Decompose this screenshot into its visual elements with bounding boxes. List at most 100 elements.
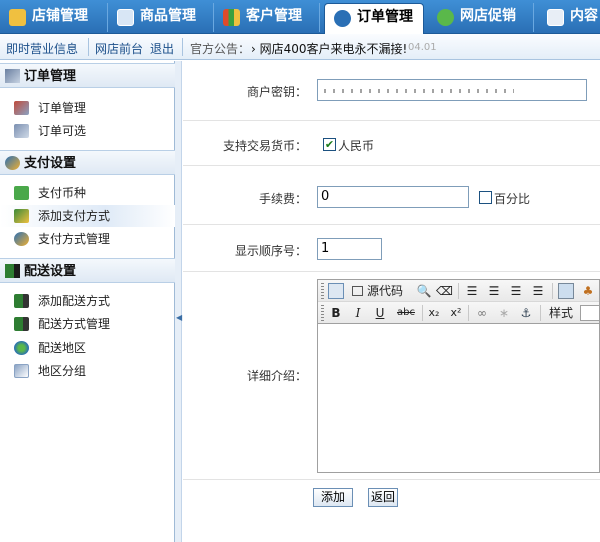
align-center-icon[interactable]: ☰ — [486, 283, 502, 299]
sidebar-splitter[interactable]: ◀ — [175, 61, 182, 542]
sidebar-item-shipping-regions[interactable]: 配送地区 — [0, 337, 175, 359]
globe-icon — [14, 341, 29, 355]
style-select[interactable] — [580, 305, 599, 321]
promo-icon — [437, 9, 454, 26]
style-label: 样式 — [548, 306, 573, 320]
display-order-input[interactable]: 1 — [317, 238, 382, 260]
toolbar-grip — [321, 305, 324, 321]
tab-content[interactable]: 内容 — [538, 3, 600, 32]
payment-icon — [5, 156, 20, 170]
sidebar-item-add-payment[interactable]: 添加支付方式 — [0, 205, 175, 227]
users-icon — [223, 9, 240, 26]
payment-method-form: 商户密钥： 支持交易货币： ✔ 人民币 手续费： 0 百分比 显示顺序号： 1 … — [183, 61, 600, 542]
italic-icon[interactable]: I — [350, 305, 366, 321]
sidebar-item-payment-currency[interactable]: 支付币种 — [0, 182, 175, 204]
region-group-icon — [14, 364, 29, 378]
flash-icon[interactable]: ♣ — [580, 283, 596, 299]
tab-customers[interactable]: 客户管理 — [214, 3, 320, 32]
divider — [88, 38, 89, 56]
logout-link[interactable]: 退出 — [150, 40, 174, 57]
underline-icon[interactable]: U — [372, 305, 388, 321]
find-icon[interactable]: 🔍 — [416, 283, 432, 299]
preview-icon[interactable] — [328, 283, 344, 299]
cart-icon — [14, 101, 29, 115]
notice-label: 官方公告： — [190, 42, 251, 56]
source-code-button[interactable]: 源代码 — [350, 283, 420, 299]
sidebar-item-order-management[interactable]: 订单管理 — [0, 97, 175, 119]
fee-row: 手续费： 0 百分比 — [183, 166, 600, 225]
fee-input[interactable]: 0 — [317, 186, 469, 208]
currency-row: 支持交易货币： ✔ 人民币 — [183, 121, 600, 166]
tab-promotions[interactable]: 网店促销 — [428, 3, 534, 32]
store-icon — [9, 9, 26, 26]
unlink-icon[interactable]: ∗ — [496, 305, 512, 321]
divider — [182, 38, 183, 56]
cart-icon — [14, 124, 29, 138]
editor-toolbar-1: 源代码 🔍 ⌫ ☰ ☰ ☰ ☰ ♣ — [318, 280, 599, 302]
display-order-label: 显示顺序号： — [234, 244, 307, 258]
editor-toolbar-2: B I U abc x₂ x² ∞ ∗ ⚓ 样式 — [318, 302, 599, 324]
rmb-checkbox[interactable]: ✔ — [323, 138, 336, 151]
align-right-icon[interactable]: ☰ — [508, 283, 524, 299]
tab-store[interactable]: 店铺管理 — [0, 3, 108, 32]
separator — [468, 305, 469, 321]
back-button[interactable]: 返回 — [368, 488, 398, 507]
rich-text-editor[interactable]: 源代码 🔍 ⌫ ☰ ☰ ☰ ☰ ♣ B I U abc x₂ x² ∞ ∗ ⚓ — [317, 279, 600, 473]
notice-link[interactable]: › 网店400客户来电永不漏接! — [251, 40, 407, 57]
currency-label: 支持交易货币： — [222, 139, 307, 153]
anchor-icon[interactable]: ⚓ — [518, 305, 534, 321]
sidebar-item-payment-management[interactable]: 支付方式管理 — [0, 228, 175, 250]
separator — [552, 283, 553, 299]
sidebar-item-add-shipping[interactable]: 添加配送方式 — [0, 290, 175, 312]
justify-icon[interactable]: ☰ — [530, 283, 546, 299]
subscript-icon[interactable]: x₂ — [426, 305, 442, 321]
add-payment-icon — [14, 209, 29, 223]
bold-icon[interactable]: B — [328, 305, 344, 321]
percent-checkbox[interactable] — [479, 191, 492, 204]
merchant-key-row: 商户密钥： — [183, 61, 600, 121]
rmb-label: 人民币 — [338, 139, 375, 153]
truck-icon — [14, 317, 29, 331]
notice-date: 04.01 — [408, 42, 437, 53]
detail-label: 详细介绍： — [246, 369, 307, 383]
sidebar-item-region-groups[interactable]: 地区分组 — [0, 360, 175, 382]
merchant-key-input[interactable] — [317, 79, 587, 101]
sidebar-item-order-options[interactable]: 订单可选 — [0, 120, 175, 142]
source-icon — [352, 286, 363, 296]
image-icon[interactable] — [558, 283, 574, 299]
editor-content-area[interactable] — [318, 325, 599, 472]
storefront-link[interactable]: 网店前台 — [95, 40, 143, 57]
superscript-icon[interactable]: x² — [448, 305, 464, 321]
masked-key — [324, 89, 514, 93]
link-icon[interactable]: ∞ — [474, 305, 490, 321]
tab-products[interactable]: 商品管理 — [108, 3, 214, 32]
strikethrough-icon[interactable]: abc — [394, 305, 418, 321]
collapse-arrow-icon[interactable]: ◀ — [176, 313, 182, 322]
percent-label: 百分比 — [494, 192, 531, 206]
sidebar: 订单管理 订单管理 订单可选 支付设置 支付币种 添加支付方式 支付方式管理 配… — [0, 61, 175, 542]
truck-icon — [5, 264, 20, 278]
display-order-row: 显示顺序号： 1 — [183, 225, 600, 272]
merchant-key-label: 商户密钥： — [246, 85, 307, 99]
order-icon — [334, 10, 351, 27]
business-info-link[interactable]: 即时营业信息 — [6, 40, 78, 57]
sidebar-group-shipping[interactable]: 配送设置 — [0, 258, 175, 283]
yen-icon — [14, 186, 29, 200]
sub-bar: 即时营业信息 网店前台 退出 官方公告： › 网店400客户来电永不漏接! 04… — [0, 34, 600, 60]
toolbar-grip — [321, 283, 324, 299]
eraser-icon[interactable]: ⌫ — [436, 283, 453, 299]
align-left-icon[interactable]: ☰ — [464, 283, 480, 299]
payment-icon — [14, 232, 29, 246]
top-nav: 店铺管理 商品管理 客户管理 订单管理 网店促销 内容 — [0, 0, 600, 34]
sidebar-group-payment[interactable]: 支付设置 — [0, 150, 175, 175]
truck-icon — [14, 294, 29, 308]
cart-icon — [5, 69, 20, 83]
separator — [458, 283, 459, 299]
content-icon — [547, 9, 564, 26]
sidebar-group-orders[interactable]: 订单管理 — [0, 63, 175, 88]
sidebar-item-shipping-management[interactable]: 配送方式管理 — [0, 313, 175, 335]
separator — [422, 305, 423, 321]
add-button[interactable]: 添加 — [313, 488, 353, 507]
grid-icon — [117, 9, 134, 26]
tab-orders[interactable]: 订单管理 — [324, 3, 424, 34]
